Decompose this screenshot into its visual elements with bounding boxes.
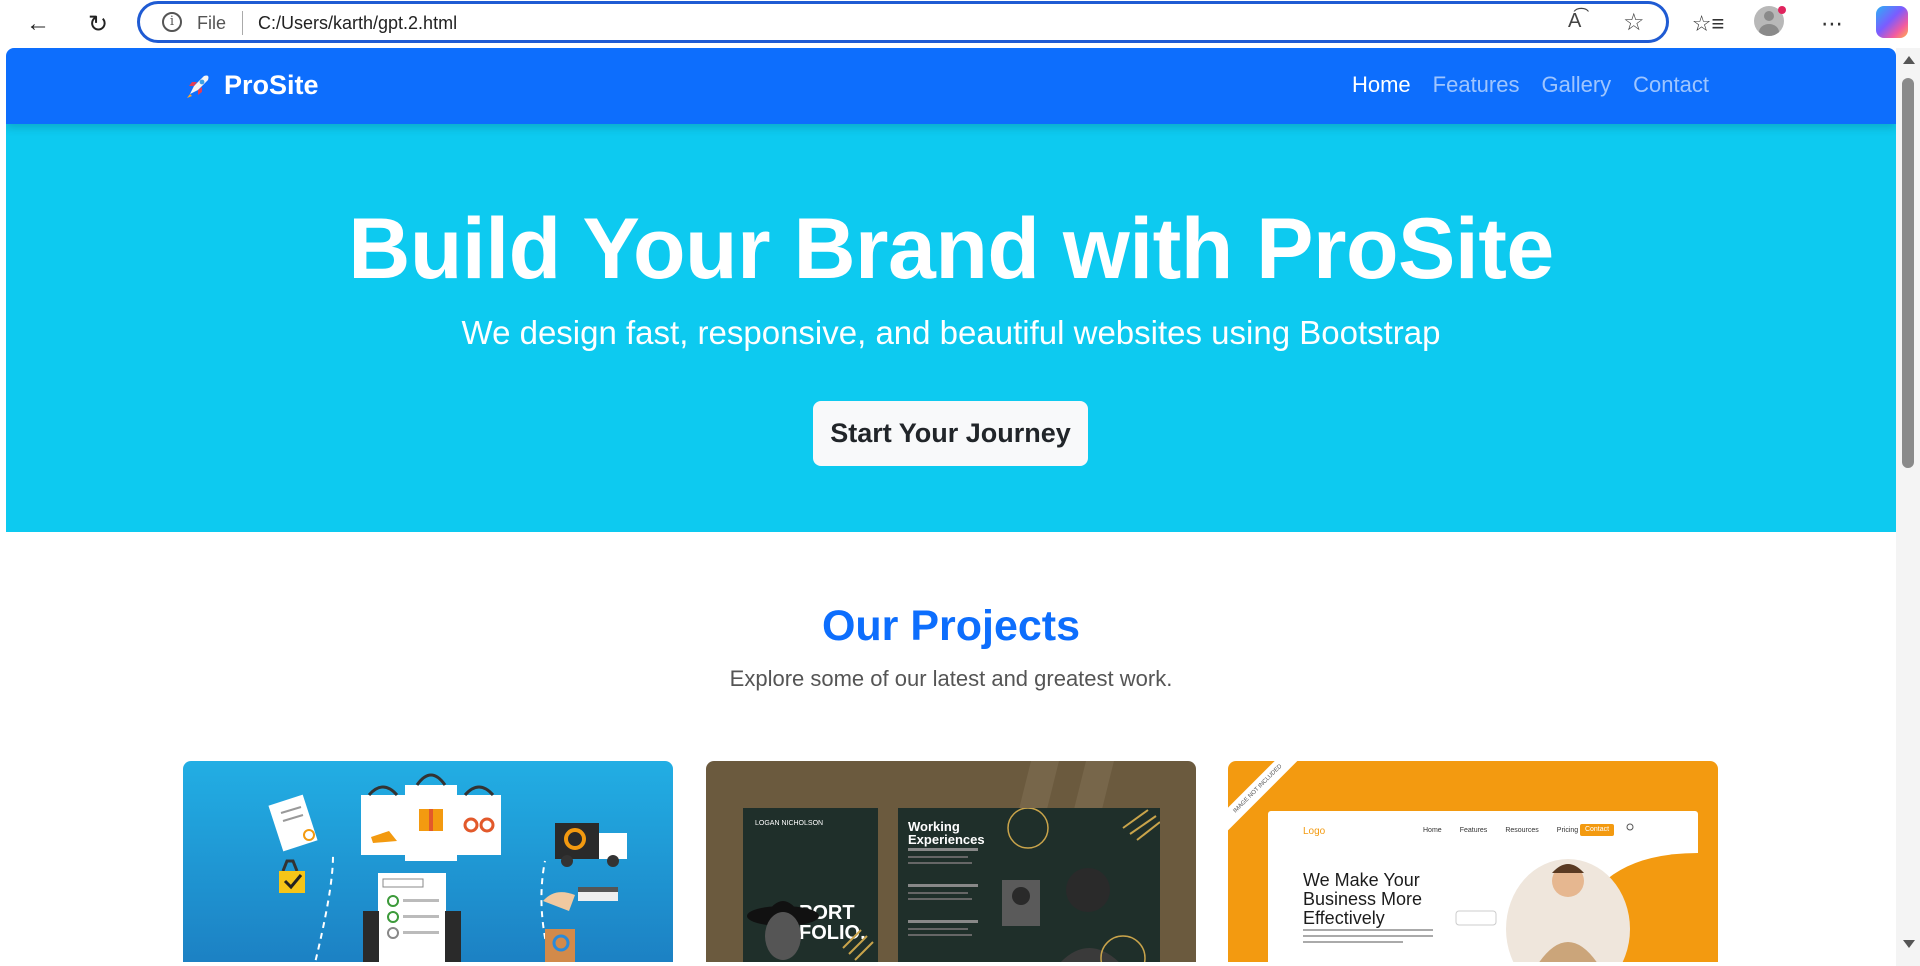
hero-subtitle: We design fast, responsive, and beautifu…	[461, 314, 1441, 351]
business-person-illustration	[1303, 823, 1698, 962]
project-card-ecommerce[interactable]	[183, 761, 673, 962]
portfolio-page-right: Working Experiences	[898, 808, 1160, 962]
scroll-down-arrow-icon[interactable]	[1903, 940, 1915, 948]
scroll-up-arrow-icon[interactable]	[1903, 56, 1915, 64]
notification-dot	[1778, 6, 1786, 14]
website-mockup: Logo Home Features Resources Pricing Con…	[1268, 811, 1698, 962]
project-card-portfolio[interactable]: LOGAN NICHOLSON PORT FOLIO. Working Expe…	[706, 761, 1196, 962]
more-options-icon[interactable]: ⋯	[1814, 6, 1850, 42]
projects-title: Our Projects	[821, 602, 1081, 650]
page-scrollbar[interactable]	[1896, 48, 1920, 966]
nav-gallery-link[interactable]: Gallery	[1541, 72, 1611, 98]
project-card-business[interactable]: IMAGE NOT INCLUDED Logo Home Features Re…	[1228, 761, 1718, 962]
browser-toolbar: ← ↻ i File C:/Users/karth/gpt.2.html A͡ …	[0, 0, 1920, 48]
page-viewport: ProSite Home Features Gallery Contact Bu…	[6, 48, 1896, 962]
read-aloud-icon[interactable]: A͡	[1568, 10, 1581, 33]
ecommerce-illustration	[268, 773, 627, 962]
file-label: File	[197, 13, 227, 33]
brand-link[interactable]: ProSite	[184, 70, 319, 101]
address-bar[interactable]: i File C:/Users/karth/gpt.2.html A͡ ☆	[137, 1, 1669, 43]
portfolio-content-illustration	[908, 808, 1160, 962]
back-arrow-icon[interactable]: ←	[20, 6, 56, 42]
nav-home-link[interactable]: Home	[1352, 72, 1411, 98]
portfolio-page-left: LOGAN NICHOLSON PORT FOLIO.	[743, 808, 878, 962]
favorite-star-icon[interactable]: ☆	[1623, 8, 1645, 37]
site-info-icon[interactable]: i	[162, 12, 182, 32]
url-text[interactable]: C:/Users/karth/gpt.2.html	[258, 13, 457, 34]
nav-links: Home Features Gallery Contact	[1352, 72, 1709, 98]
refresh-icon[interactable]: ↻	[80, 6, 116, 42]
favorites-list-icon[interactable]: ☆≡	[1690, 6, 1726, 42]
brand-name: ProSite	[224, 70, 319, 100]
start-journey-button[interactable]: Start Your Journey	[813, 401, 1088, 466]
address-separator	[242, 11, 243, 35]
portrait-hat-illustration	[747, 901, 874, 961]
projects-subtitle: Explore some of our latest and greatest …	[729, 666, 1173, 691]
nav-contact-link[interactable]: Contact	[1633, 72, 1709, 98]
hero-title: Build Your Brand with ProSite	[348, 201, 1554, 297]
site-navbar: ProSite Home Features Gallery Contact	[6, 48, 1896, 124]
rocket-icon	[184, 72, 212, 100]
scrollbar-thumb[interactable]	[1902, 78, 1914, 468]
nav-features-link[interactable]: Features	[1433, 72, 1520, 98]
hero-section: Build Your Brand with ProSite We design …	[6, 124, 1896, 532]
copilot-icon[interactable]	[1876, 6, 1908, 38]
